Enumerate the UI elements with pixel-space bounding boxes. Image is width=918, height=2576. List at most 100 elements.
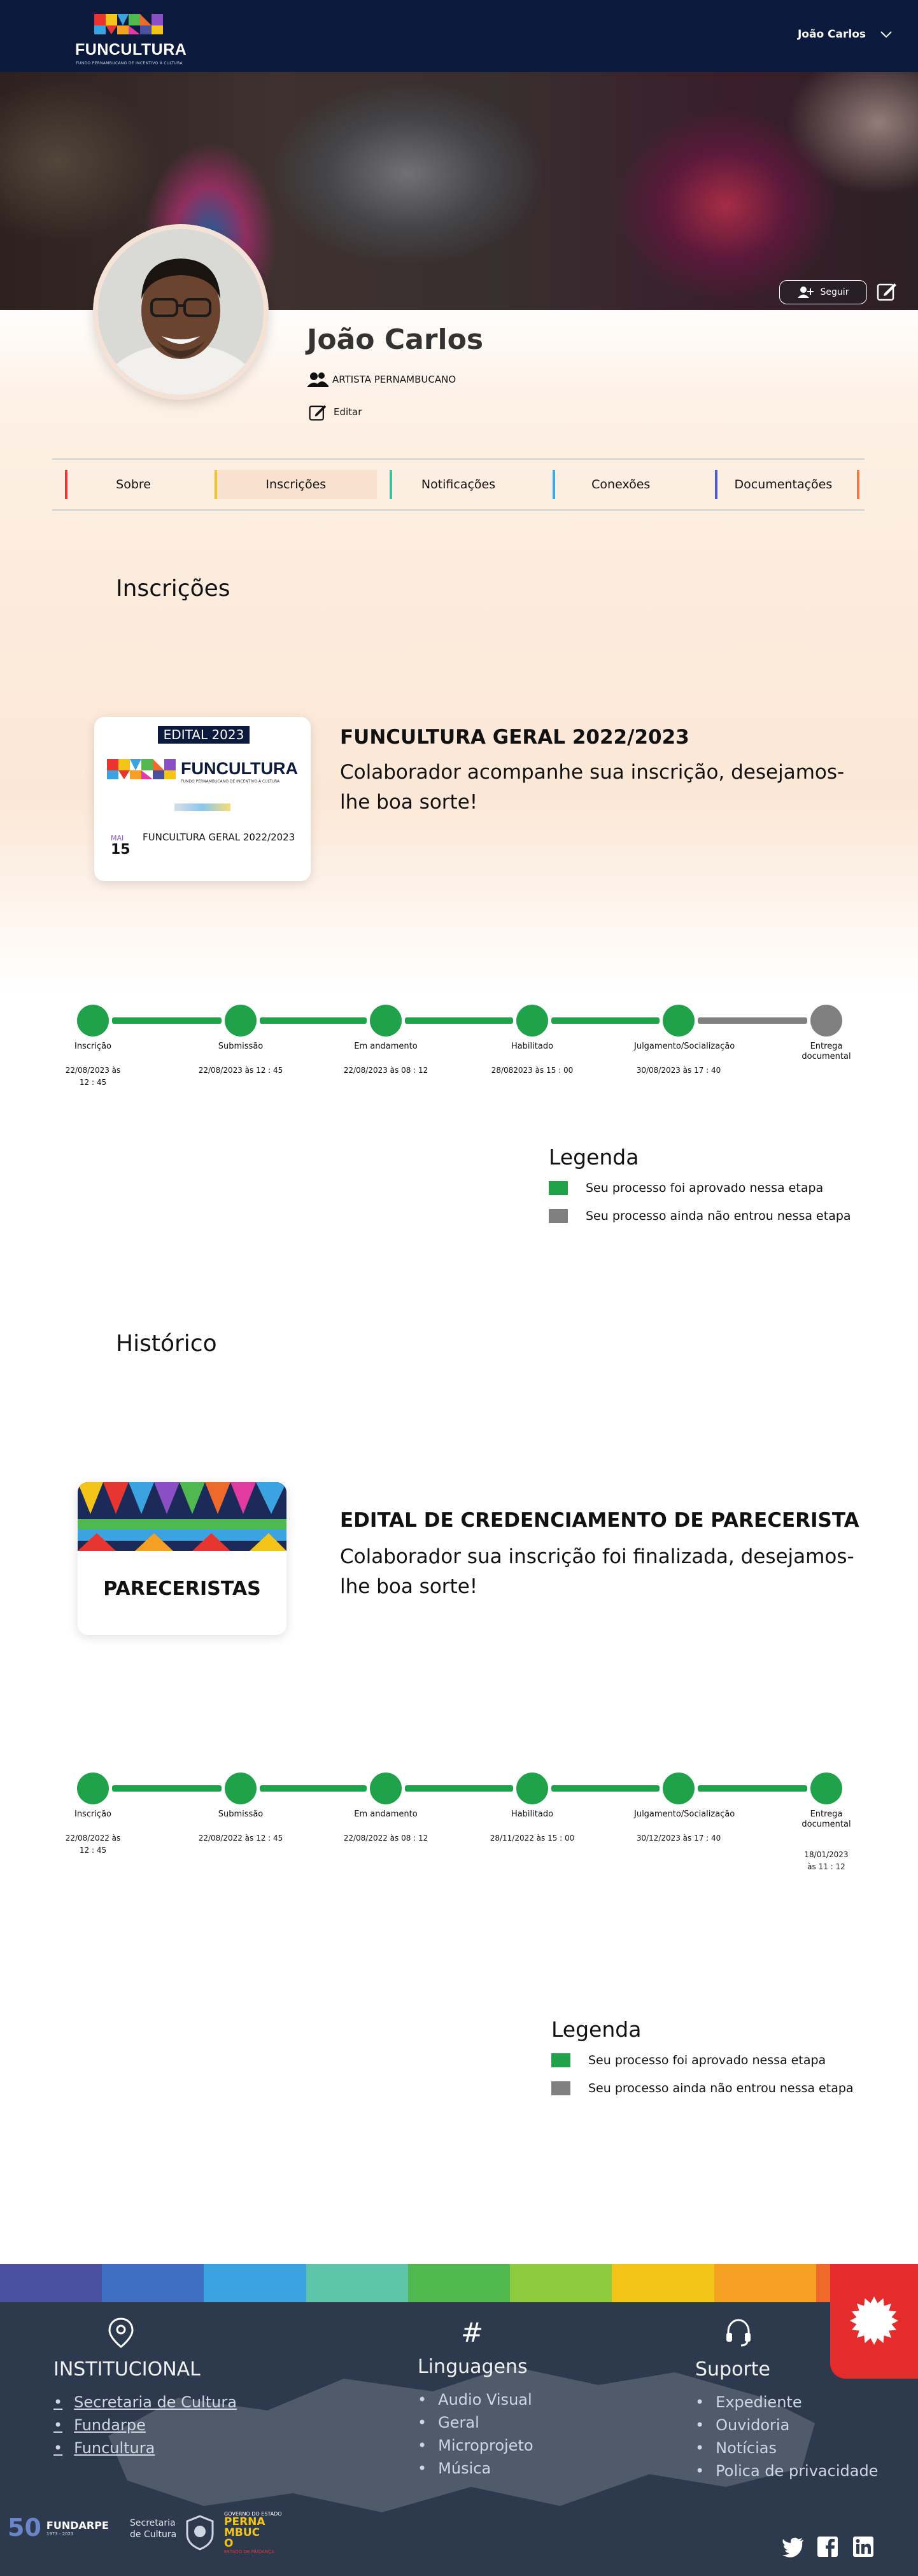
- timeline-step-label: Entrega documental: [801, 1809, 851, 1830]
- historico-description: Colaborador sua inscrição foi finalizada…: [340, 1545, 854, 1598]
- timeline-step-label: Em andamento: [354, 1042, 418, 1051]
- edital-card-pareceristas[interactable]: PARECERISTAS: [78, 1482, 286, 1635]
- legend-title: Legenda: [551, 2017, 642, 2042]
- timeline-step-dot: [77, 1005, 109, 1037]
- logo-subtitle: FUNDO PERNAMBUCANO DE INCENTIVO À CULTUR…: [76, 61, 183, 66]
- timeline-step-dot: [663, 1773, 695, 1804]
- timeline-step-label: Habilitado: [511, 1042, 554, 1051]
- timeline-step-label: Inscrição: [74, 1809, 112, 1819]
- funcultura-logo-icon[interactable]: [94, 11, 163, 37]
- timeline-step-date: 22/08/2022 às 12 : 45: [65, 1834, 121, 1855]
- footer-col-institucional: INSTITUCIONAL Secretaria de Cultura Fund…: [53, 2318, 237, 2462]
- timeline-step-label: Inscrição: [74, 1042, 112, 1051]
- section-title-inscricoes: Inscrições: [116, 576, 230, 602]
- timeline-step-label: Julgamento/Socialização: [634, 1042, 735, 1051]
- edital-card-funcultura[interactable]: EDITAL 2023 FUNCULTURA FUNDO PERNAMBUCAN…: [94, 717, 311, 881]
- users-icon: [307, 372, 328, 387]
- footer: INSTITUCIONAL Secretaria de Cultura Fund…: [0, 2264, 918, 2576]
- tab-label: Conexões: [591, 478, 651, 492]
- tab-label: Inscrições: [265, 478, 327, 492]
- footer-link[interactable]: Polica de privacidade: [695, 2462, 878, 2480]
- footer-link[interactable]: Secretaria de Cultura: [53, 2393, 237, 2411]
- legend-pending: Seu processo ainda não entrou nessa etap…: [549, 1209, 851, 1223]
- timeline-step-date: 28/082023 às 15 : 00: [491, 1066, 574, 1075]
- timeline-step-label: Submissão: [218, 1809, 264, 1819]
- user-menu-name: João Carlos: [797, 28, 866, 41]
- timeline-step-label: Submissão: [218, 1042, 264, 1051]
- fundarpe-sub: 1973 - 2023: [46, 2531, 74, 2537]
- edit-profile-label: Editar: [334, 406, 362, 418]
- timeline-step-date: 22/08/2022 às 08 : 12: [343, 1834, 428, 1843]
- timeline-step-date: 22/08/2022 às 12 : 45: [198, 1834, 283, 1843]
- color-stripe-segment: [0, 2264, 102, 2302]
- legend-swatch-pending: [551, 2081, 570, 2095]
- timeline-step-dot: [663, 1005, 695, 1037]
- footer-link[interactable]: Microprojeto: [418, 2437, 533, 2454]
- timeline-connector: [112, 1017, 222, 1024]
- facebook-icon[interactable]: [816, 2535, 839, 2558]
- timeline-step-date: 30/12/2023 às 17 : 40: [636, 1834, 721, 1843]
- timeline-step-dot: [516, 1773, 548, 1804]
- logo-text: FUNCULTURA: [75, 41, 187, 59]
- historico-heading: EDITAL DE CREDENCIAMENTO DE PARECERISTA: [340, 1509, 859, 1532]
- user-menu[interactable]: João Carlos: [798, 28, 893, 41]
- timeline-connector: [405, 1017, 513, 1024]
- footer-link[interactable]: Geral: [418, 2414, 533, 2431]
- historico-timeline: Inscrição 22/08/2022 às 12 : 45 Submissão 2…: [0, 1771, 918, 1873]
- tab-label: Sobre: [116, 478, 152, 492]
- footer-link[interactable]: Audio Visual: [418, 2391, 533, 2409]
- color-stripe-segment: [714, 2264, 816, 2302]
- tab-inscricoes[interactable]: Inscrições: [215, 470, 378, 499]
- timeline-step-dot: [810, 1773, 842, 1804]
- twitter-icon[interactable]: [782, 2535, 805, 2558]
- linkedin-icon[interactable]: [852, 2535, 875, 2558]
- legend-approved-text: Seu processo foi aprovado nessa etapa: [586, 1181, 824, 1195]
- legend-approved-text: Seu processo foi aprovado nessa etapa: [588, 2053, 826, 2067]
- color-stripe-segment: [510, 2264, 612, 2302]
- tab-sobre[interactable]: Sobre: [52, 470, 215, 499]
- timeline-step-date: 22/08/2023 às 08 : 12: [343, 1066, 428, 1075]
- pernambuco-logo[interactable]: GOVERNO DO ESTADO PERNAMBUCO ESTADO DE M…: [224, 2511, 294, 2554]
- profile-tabs: Sobre Inscrições Notificações Conexões D…: [52, 458, 865, 511]
- footer-link[interactable]: Ouvidoria: [695, 2416, 878, 2434]
- avatar: [93, 224, 269, 400]
- color-stripe-segment: [612, 2264, 714, 2302]
- footer-title: INSTITUCIONAL: [53, 2358, 201, 2381]
- edit-banner-icon[interactable]: [876, 280, 898, 302]
- timeline-step-date: 22/08/2023 às 12 : 45: [65, 1066, 121, 1087]
- legend-approved: Seu processo foi aprovado nessa etapa: [551, 2053, 854, 2067]
- tab-conexoes[interactable]: Conexões: [540, 470, 702, 499]
- card-name: FUNCULTURA GERAL 2022/2023: [143, 832, 295, 843]
- tab-documentacoes[interactable]: Documentações: [702, 470, 865, 499]
- timeline-connector: [698, 1785, 807, 1792]
- timeline-connector: [405, 1785, 513, 1792]
- footer-link[interactable]: Notícias: [695, 2439, 878, 2457]
- pattern-banner: [78, 1482, 286, 1551]
- inscricao-timeline: Inscrição 22/08/2023 às 12 : 45 Submissão 2…: [0, 1003, 918, 1105]
- footer-link[interactable]: Fundarpe: [53, 2416, 237, 2434]
- color-stripe-segment: [306, 2264, 408, 2302]
- profile-name: João Carlos: [307, 323, 484, 356]
- secretaria-logo[interactable]: Secretaria de Cultura: [130, 2517, 183, 2540]
- follow-button[interactable]: Seguir: [779, 280, 867, 304]
- footer-link[interactable]: Funcultura: [53, 2439, 237, 2457]
- timeline-step-dot: [370, 1005, 402, 1037]
- timeline-connector: [551, 1785, 660, 1792]
- edit-profile-button[interactable]: Editar: [308, 402, 362, 421]
- state-crest-icon: [186, 2515, 214, 2551]
- timeline-connector: [260, 1785, 367, 1792]
- footer-link[interactable]: Música: [418, 2459, 533, 2477]
- pernambuco-label: PERNAMBUCO: [224, 2516, 265, 2550]
- edit-icon: [309, 405, 327, 421]
- profile-role-label: ARTISTA PERNAMBUCANO: [332, 374, 456, 385]
- partner-logos: [174, 803, 230, 811]
- timeline-step-label: Habilitado: [511, 1809, 554, 1819]
- headset-icon: [726, 2319, 751, 2347]
- sun-icon: [850, 2296, 898, 2345]
- sun-badge: [830, 2264, 918, 2379]
- fundarpe-logo[interactable]: 50 FUNDARPE 1973 - 2023: [8, 2514, 109, 2542]
- top-navbar: FUNCULTURA FUNDO PERNAMBUCANO DE INCENTI…: [0, 0, 918, 72]
- pernambuco-sub: ESTADO DE MUDANÇA: [224, 2549, 274, 2554]
- tab-notificacoes[interactable]: Notificações: [377, 470, 539, 499]
- footer-link[interactable]: Expediente: [695, 2393, 878, 2411]
